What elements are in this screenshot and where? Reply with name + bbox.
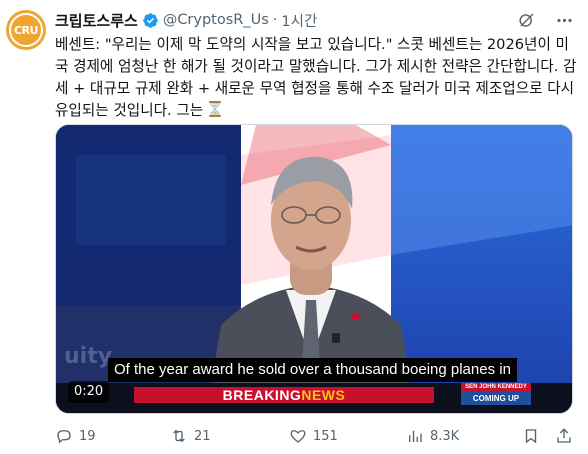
hourglass-icon (208, 101, 222, 117)
avatar-ring: CRU (9, 13, 43, 47)
tweet-body: 베센트: "우리는 이제 막 도약의 시작을 보고 있습니다." 스콧 베센트는… (55, 36, 577, 119)
banner-breaking-text: BREAKING (222, 387, 302, 403)
bookmark-button[interactable] (522, 427, 540, 445)
display-name[interactable]: 크립토스루스 (55, 10, 138, 31)
author-handle[interactable]: @CryptosR_Us (163, 12, 269, 28)
video-timestamp: 0:20 (68, 381, 110, 403)
avatar[interactable]: CRU (6, 10, 46, 50)
views-count: 8.3K (430, 428, 460, 444)
action-bar: 19 21 151 8.3K (55, 426, 575, 446)
post-time[interactable]: 1시간 (281, 10, 317, 31)
grok-icon[interactable] (516, 10, 536, 30)
share-button[interactable] (555, 427, 573, 445)
svg-text:uity: uity (64, 344, 112, 369)
video-subtitle: Of the year award he sold over a thousan… (108, 358, 517, 382)
nameplate-guest-name: SEN JOHN KENNEDY (461, 383, 531, 392)
repost-icon (173, 429, 185, 443)
coming-up-nameplate: SEN JOHN KENNEDY COMING UP (461, 383, 531, 405)
nameplate-coming-up: COMING UP (472, 394, 520, 403)
share-icon (557, 428, 571, 443)
tweet-text: 베센트: "우리는 이제 막 도약의 시작을 보고 있습니다." 스콧 베센트는… (55, 34, 577, 122)
bookmark-icon (525, 429, 537, 444)
repost-count: 21 (194, 428, 211, 444)
heart-icon (290, 430, 306, 443)
reply-count: 19 (79, 428, 96, 444)
breaking-news-banner: BREAKING NEWS (134, 387, 434, 403)
verified-badge-icon (142, 12, 159, 29)
more-options-icon[interactable] (554, 10, 574, 30)
views-chart-icon (409, 430, 422, 442)
views-button[interactable]: 8.3K (406, 427, 459, 445)
banner-news-text: NEWS (301, 387, 346, 403)
reply-icon (57, 430, 71, 444)
like-count: 151 (313, 428, 338, 444)
video-player[interactable]: uity Of the year award he sold over a th… (55, 124, 573, 414)
tweet-header: 크립토스루스 @CryptosR_Us · 1시간 (55, 9, 574, 31)
reply-button[interactable]: 19 (55, 427, 96, 445)
separator-dot: · (272, 12, 278, 28)
avatar-logo-text: CRU (14, 23, 38, 37)
like-button[interactable]: 151 (289, 427, 338, 445)
repost-button[interactable]: 21 (170, 427, 211, 445)
